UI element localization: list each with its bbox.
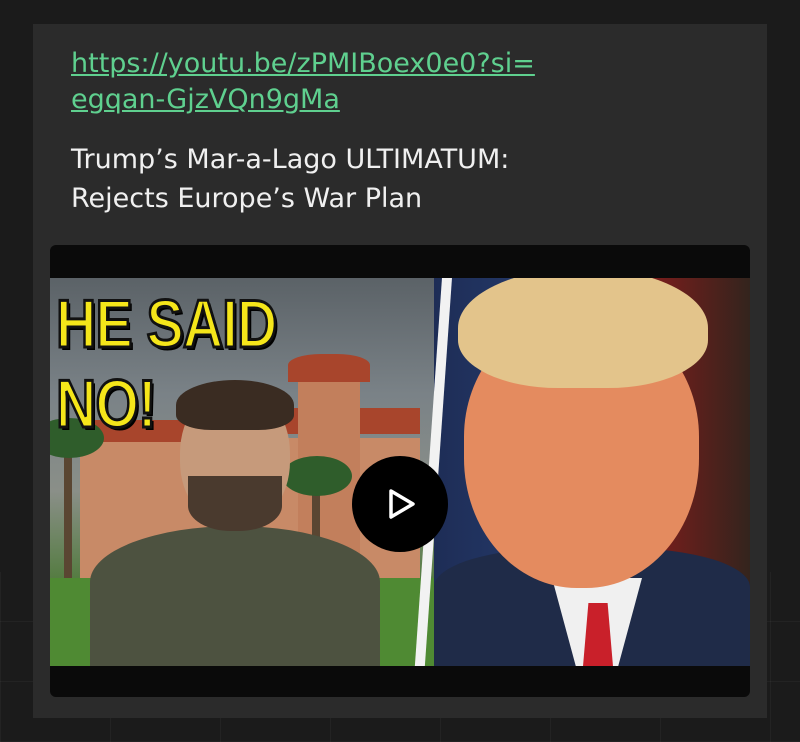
video-link-line-2[interactable]: egqan-GjzVQn9gMa — [71, 82, 711, 118]
video-link[interactable]: https://youtu.be/zPMIBoex0e0?si= egqan-G… — [71, 46, 711, 118]
message-card: https://youtu.be/zPMIBoex0e0?si= egqan-G… — [33, 24, 767, 718]
video-preview[interactable]: HE SAID NO! — [50, 245, 750, 697]
thumbnail-right-image — [434, 278, 750, 666]
thumbnail-headline: HE SAID NO! — [55, 285, 279, 444]
video-title: Trump’s Mar-a-Lago ULTIMATUM: Rejects Eu… — [71, 140, 731, 218]
video-title-line-1: Trump’s Mar-a-Lago ULTIMATUM: — [71, 144, 510, 175]
play-icon — [389, 489, 415, 519]
play-button[interactable] — [352, 456, 448, 552]
video-thumbnail[interactable]: HE SAID NO! — [50, 278, 750, 666]
video-link-line-1[interactable]: https://youtu.be/zPMIBoex0e0?si= — [71, 46, 711, 82]
video-title-line-2: Rejects Europe’s War Plan — [71, 183, 423, 214]
